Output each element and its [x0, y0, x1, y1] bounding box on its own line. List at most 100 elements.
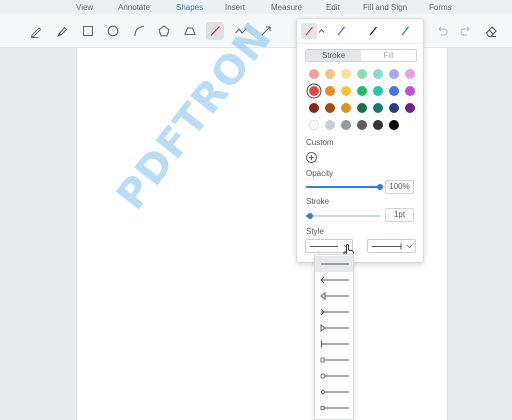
line-style-option-arrow-open[interactable] [315, 272, 353, 288]
color-swatch[interactable] [325, 120, 335, 130]
line-style-option-arrow-closed[interactable] [315, 288, 353, 304]
menu-fill-and-sign[interactable]: Fill and Sign [363, 3, 407, 12]
color-swatch[interactable] [373, 103, 383, 113]
color-swatch[interactable] [373, 86, 383, 96]
color-swatch[interactable] [325, 86, 335, 96]
line-tool-button[interactable] [206, 22, 224, 40]
color-swatch[interactable] [357, 120, 367, 130]
highlighter-tool-button[interactable] [53, 22, 71, 40]
square-end-icon [320, 357, 349, 363]
color-swatch[interactable] [341, 86, 351, 96]
small-square-end-icon [320, 406, 349, 410]
color-swatch[interactable] [309, 69, 319, 79]
stroke-fill-toggle: Stroke Fill [305, 49, 417, 62]
color-swatch[interactable] [389, 86, 399, 96]
menu-bar: View Annotate Shapes Insert Measure Edit… [0, 0, 512, 14]
opacity-slider[interactable] [306, 184, 383, 190]
reverse-open-arrow-icon [320, 308, 349, 316]
line-style-option-solid[interactable] [315, 256, 353, 272]
preset-4-button[interactable] [397, 23, 413, 39]
line-style-list [314, 254, 354, 420]
color-swatch[interactable] [325, 103, 335, 113]
line-preset-icon [305, 26, 313, 36]
preset-2-button[interactable] [333, 23, 349, 39]
solid-line-icon [321, 263, 349, 265]
color-swatch[interactable] [341, 120, 351, 130]
line-style-option-diamond[interactable] [315, 384, 353, 400]
closed-arrow-start-icon [320, 292, 349, 300]
menu-annotate[interactable]: Annotate [118, 3, 150, 12]
color-swatch[interactable] [373, 69, 383, 79]
menu-shapes[interactable]: Shapes [176, 3, 203, 12]
circle-tool-button[interactable] [104, 22, 122, 40]
line-style-option-square[interactable] [315, 352, 353, 368]
line-style-option-slash[interactable] [315, 416, 353, 420]
color-swatch[interactable] [341, 69, 351, 79]
highlighter-icon [57, 26, 68, 37]
color-swatch[interactable] [389, 103, 399, 113]
custom-label: Custom [306, 138, 334, 147]
line-style-option-arrow-open-reverse[interactable] [315, 304, 353, 320]
color-swatch[interactable] [357, 86, 367, 96]
menu-view[interactable]: View [76, 3, 93, 12]
pen-tool-button[interactable] [27, 22, 45, 40]
stroke-value-field[interactable]: 1pt [385, 208, 414, 222]
color-swatch[interactable] [405, 86, 415, 96]
rectangle-icon [82, 25, 94, 37]
line-end-style-dropdown[interactable] [367, 239, 416, 253]
color-palette [306, 69, 420, 130]
color-swatch[interactable] [405, 69, 415, 79]
stroke-label: Stroke [306, 197, 330, 206]
line-preset-icon [369, 26, 377, 36]
color-swatch[interactable] [405, 103, 415, 113]
color-swatch[interactable] [341, 103, 351, 113]
color-swatch[interactable] [357, 103, 367, 113]
opacity-value-field[interactable]: 100% [385, 180, 414, 194]
color-swatch[interactable] [309, 120, 319, 130]
color-swatch[interactable] [325, 69, 335, 79]
pentagon-icon [158, 25, 170, 37]
butt-end-icon [321, 341, 349, 347]
menu-insert[interactable]: Insert [225, 3, 245, 12]
color-swatch[interactable] [373, 120, 383, 130]
color-swatch[interactable] [389, 69, 399, 79]
reverse-closed-arrow-icon [320, 324, 349, 332]
add-custom-color-icon[interactable] [306, 152, 317, 163]
color-swatch[interactable] [309, 103, 319, 113]
line-end-preview-icon [372, 243, 413, 250]
menu-measure[interactable]: Measure [271, 3, 302, 12]
tab-stroke[interactable]: Stroke [306, 50, 361, 61]
line-style-option-arrow-closed-reverse[interactable] [315, 320, 353, 336]
opacity-label: Opacity [306, 169, 334, 178]
menu-edit[interactable]: Edit [326, 3, 340, 12]
opacity-slider-thumb[interactable] [377, 184, 383, 190]
color-swatch[interactable] [357, 69, 367, 79]
pen-icon [30, 27, 42, 38]
diamond-end-icon [320, 389, 349, 395]
preset-3-button[interactable] [365, 23, 381, 39]
stroke-slider-thumb[interactable] [307, 213, 313, 219]
chevron-up-icon[interactable] [318, 28, 325, 34]
color-swatch[interactable] [309, 86, 319, 96]
circle-end-icon [320, 373, 349, 379]
stroke-width-slider[interactable] [306, 213, 380, 219]
cloud-icon [184, 27, 196, 36]
style-label: Style [306, 227, 324, 236]
cloud-tool-button[interactable] [181, 22, 199, 40]
tab-fill[interactable]: Fill [361, 50, 416, 61]
undo-button[interactable] [433, 22, 451, 40]
eraser-button[interactable] [482, 22, 500, 40]
redo-button[interactable] [457, 22, 475, 40]
pentagon-tool-button[interactable] [155, 22, 173, 40]
menu-forms[interactable]: Forms [429, 3, 452, 12]
line-preset-icon [401, 26, 409, 36]
arc-tool-button[interactable] [130, 22, 148, 40]
rectangle-tool-button[interactable] [79, 22, 97, 40]
line-style-option-circle[interactable] [315, 368, 353, 384]
redo-icon [460, 26, 470, 36]
line-style-option-butt[interactable] [315, 336, 353, 352]
color-swatch[interactable] [389, 120, 399, 130]
style-presets [297, 19, 423, 44]
line-style-option-square-small[interactable] [315, 400, 353, 416]
preset-1-button[interactable] [301, 23, 317, 39]
